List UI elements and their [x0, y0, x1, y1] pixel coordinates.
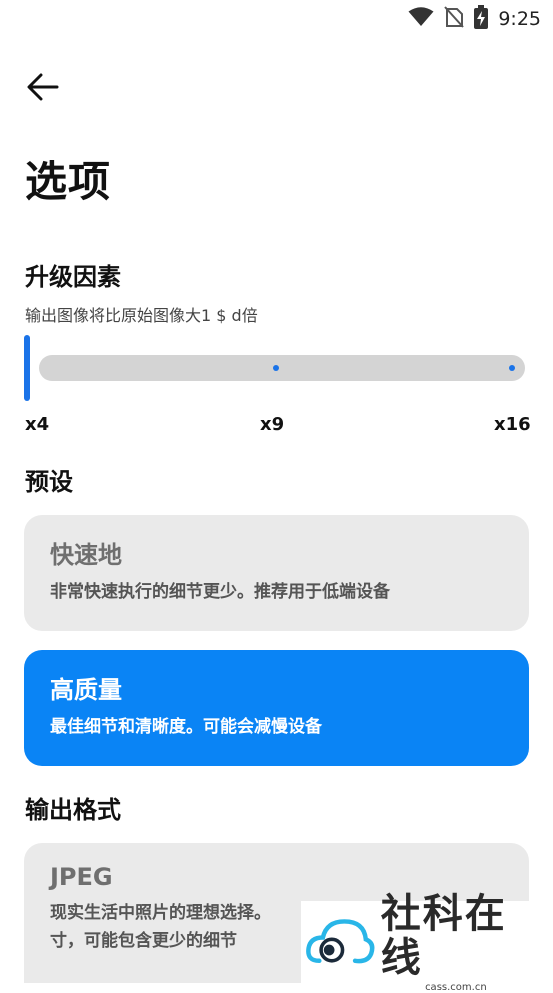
- preset-section-title: 预设: [25, 468, 73, 496]
- preset-option-title: 高质量: [50, 676, 122, 704]
- upscale-section-title: 升级因素: [25, 263, 121, 291]
- preset-option-fast[interactable]: 快速地 非常快速执行的细节更少。推荐用于低端设备: [24, 515, 529, 631]
- format-option-title: JPEG: [50, 863, 113, 891]
- watermark: 社科在线 cass.com.cn: [301, 892, 531, 993]
- slider-thumb[interactable]: [24, 335, 30, 401]
- status-bar: 9:25: [0, 0, 553, 38]
- no-sim-icon: [444, 6, 465, 32]
- upscale-subtitle: 输出图像将比原始图像大1 $ d倍: [25, 306, 258, 325]
- preset-option-desc: 最佳细节和清晰度。可能会减慢设备: [50, 717, 322, 737]
- slider-tick-label: x16: [494, 414, 531, 435]
- slider-tick-label: x4: [25, 414, 50, 435]
- back-button[interactable]: [24, 68, 62, 106]
- slider-tick-dot: [273, 365, 279, 371]
- wifi-icon: [408, 7, 434, 31]
- watermark-subtext: cass.com.cn: [425, 981, 487, 993]
- upscale-slider[interactable]: [24, 333, 529, 403]
- preset-option-desc: 非常快速执行的细节更少。推荐用于低端设备: [50, 582, 390, 602]
- status-time: 9:25: [498, 8, 541, 30]
- battery-charging-icon: [474, 5, 489, 33]
- slider-track: [39, 355, 525, 381]
- output-format-section-title: 输出格式: [25, 796, 121, 824]
- preset-option-title: 快速地: [50, 541, 122, 569]
- arrow-left-icon: [27, 73, 59, 101]
- slider-tick-label: x9: [260, 414, 285, 435]
- slider-tick-dot: [509, 365, 515, 371]
- page-title: 选项: [25, 157, 112, 206]
- cloud-eye-logo-icon: [306, 919, 375, 964]
- preset-option-high-quality[interactable]: 高质量 最佳细节和清晰度。可能会减慢设备: [24, 650, 529, 766]
- watermark-text: 社科在线: [380, 890, 507, 981]
